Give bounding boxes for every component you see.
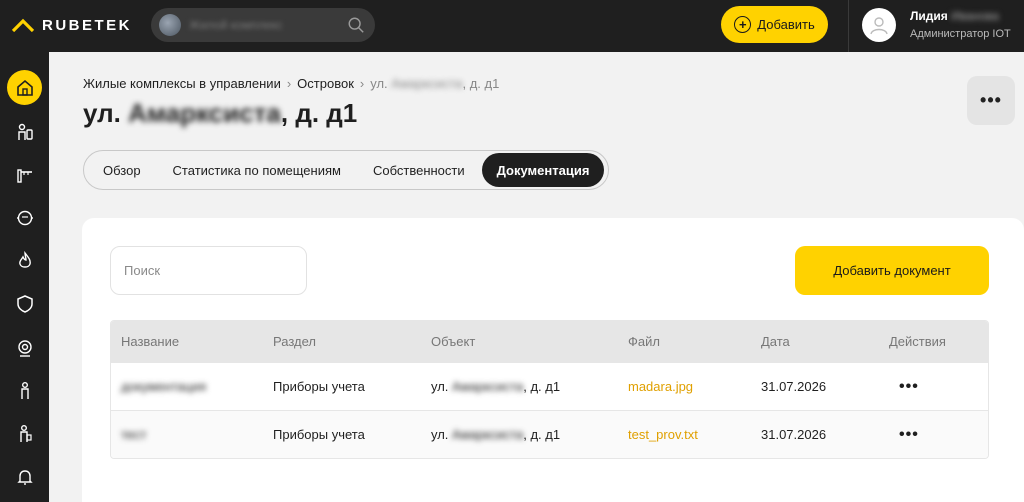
user-last-name: Иванова (951, 9, 999, 23)
tab-overview[interactable]: Обзор (88, 153, 156, 187)
page-title: ул. Амарксиста, д. д1 (83, 98, 358, 128)
residents-icon (17, 123, 33, 140)
person-icon (20, 381, 29, 399)
user-name: Лидия Иванова (910, 9, 999, 23)
tab-room-statistics[interactable]: Статистика по помещениям (158, 153, 356, 187)
sidebar-item-fire[interactable] (7, 243, 42, 278)
file-link[interactable]: test_prov.txt (628, 411, 698, 458)
cell-object: ул. Амарксиста, д. д1 (431, 379, 561, 394)
cell-name: тест (121, 427, 147, 442)
column-header-actions: Действия (889, 334, 946, 349)
table-header: Название Раздел Объект Файл Дата Действи… (111, 321, 988, 362)
row-actions-button[interactable]: ••• (899, 363, 919, 410)
sidebar-item-security[interactable] (7, 286, 42, 321)
barrier-icon (16, 168, 32, 183)
cell-date: 31.07.2026 (761, 427, 827, 442)
sidebar-item-cameras[interactable] (7, 330, 42, 365)
cell-section: Приборы учета (273, 379, 365, 394)
home-icon (16, 79, 33, 96)
table-row[interactable]: тест Приборы учета ул. Амарксиста, д. д1… (111, 410, 988, 458)
search-icon[interactable] (347, 16, 365, 34)
sidebar-item-home[interactable] (7, 70, 42, 105)
breadcrumb-item-building: ул. Амарксиста, д. д1 (370, 76, 500, 91)
column-header-section[interactable]: Раздел (273, 321, 316, 362)
column-header-date[interactable]: Дата (761, 321, 790, 362)
logo-text: RUBETEK (42, 16, 133, 34)
bell-icon (16, 469, 33, 485)
avatar[interactable] (862, 8, 896, 42)
camera-icon (17, 339, 32, 357)
add-button-label: Добавить (757, 17, 815, 32)
sidebar (0, 52, 49, 502)
shield-icon (16, 294, 33, 313)
column-header-object[interactable]: Объект (431, 321, 475, 362)
user-first-name: Лидия (910, 9, 948, 23)
user-role: Администратор IOT (910, 28, 1011, 40)
cell-section: Приборы учета (273, 427, 365, 442)
column-header-name[interactable]: Название (121, 321, 179, 362)
table-row[interactable]: документация Приборы учета ул. Амарксист… (111, 362, 988, 410)
breadcrumb: Жилые комплексы в управлении › Островок … (83, 76, 499, 91)
breadcrumb-item-complexes[interactable]: Жилые комплексы в управлении (83, 76, 281, 91)
logo-mark-icon (12, 18, 34, 32)
tab-documentation[interactable]: Документация (481, 153, 605, 187)
search-input[interactable] (110, 246, 307, 295)
sidebar-item-person-badge[interactable] (7, 416, 42, 451)
meter-icon (16, 210, 33, 225)
sidebar-item-barrier[interactable] (7, 157, 42, 192)
globe-icon (159, 14, 181, 36)
person-badge-icon (19, 424, 32, 442)
breadcrumb-separator-icon: › (286, 76, 292, 91)
add-button[interactable]: + Добавить (721, 6, 828, 43)
header-divider (848, 0, 849, 52)
tab-properties[interactable]: Собственности (358, 153, 480, 187)
documents-card: Добавить документ Название Раздел Объект… (82, 218, 1024, 502)
tabs: Обзор Статистика по помещениям Собственн… (83, 150, 610, 190)
location-search-text: Жилой комплекс (189, 18, 283, 32)
cell-name: документация (121, 379, 207, 394)
row-actions-button[interactable]: ••• (899, 411, 919, 458)
sidebar-item-residents[interactable] (7, 114, 42, 149)
sidebar-item-person[interactable] (7, 373, 42, 408)
location-search[interactable]: Жилой комплекс (151, 8, 375, 42)
breadcrumb-separator-icon: › (359, 76, 365, 91)
sidebar-item-notifications[interactable] (7, 459, 42, 494)
documents-table: Название Раздел Объект Файл Дата Действи… (110, 320, 989, 459)
fire-icon (18, 250, 31, 268)
column-header-file[interactable]: Файл (628, 321, 660, 362)
main-content: Жилые комплексы в управлении › Островок … (49, 52, 1024, 502)
plus-circle-icon: + (734, 16, 752, 33)
cell-date: 31.07.2026 (761, 379, 827, 394)
cell-object: ул. Амарксиста, д. д1 (431, 427, 561, 442)
file-link[interactable]: madara.jpg (628, 363, 693, 410)
logo[interactable]: RUBETEK (12, 15, 132, 35)
sidebar-item-meters[interactable] (7, 200, 42, 235)
breadcrumb-item-complex[interactable]: Островок (297, 76, 354, 91)
more-options-button[interactable]: ••• (967, 76, 1015, 125)
user-icon (870, 17, 888, 35)
top-bar: RUBETEK Жилой комплекс + Добавить Лидия … (0, 0, 1024, 52)
add-document-button[interactable]: Добавить документ (795, 246, 989, 295)
